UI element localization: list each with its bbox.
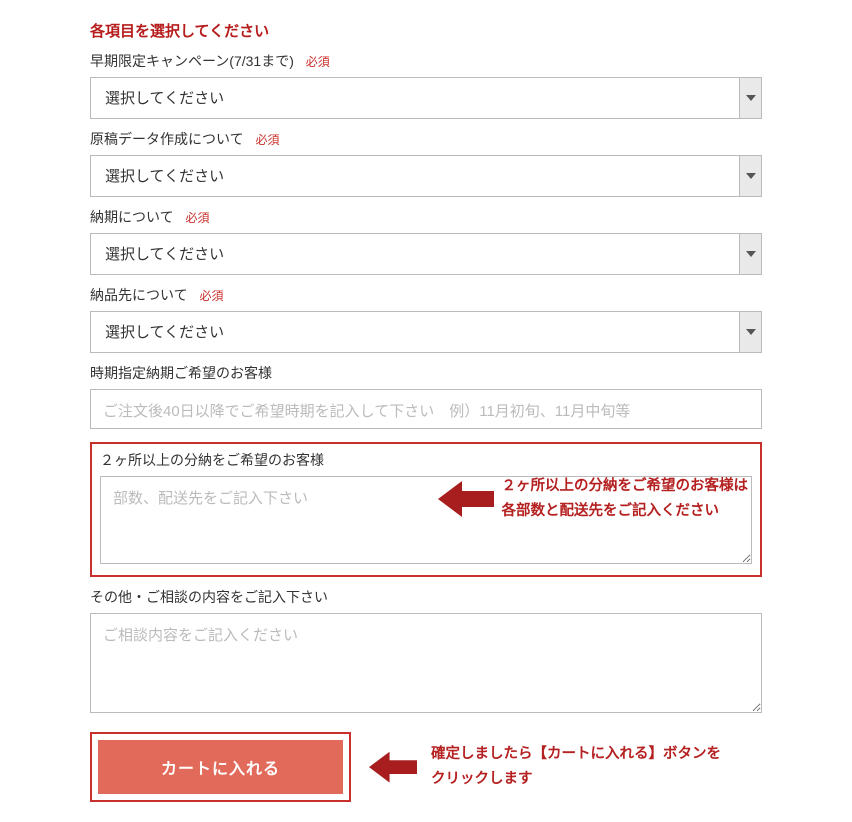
input-other[interactable]: [90, 613, 762, 713]
required-badge: 必須: [199, 289, 223, 303]
select-delivery-time[interactable]: 選択してください: [90, 233, 762, 275]
label-delivery-dest-text: 納品先について: [90, 287, 188, 303]
page-title: 各項目を選択してください: [90, 20, 762, 41]
field-other: その他・ご相談の内容をご記入下さい: [90, 587, 762, 716]
field-campaign: 早期限定キャンペーン(7/31まで) 必須 選択してください: [90, 51, 762, 119]
field-specific-date: 時期指定納期ご希望のお客様: [90, 363, 762, 432]
field-delivery-dest: 納品先について 必須 選択してください: [90, 285, 762, 353]
arrow-left-icon: [369, 749, 417, 785]
label-manuscript: 原稿データ作成について 必須: [90, 129, 762, 149]
highlight-submit: カートに入れる: [90, 732, 351, 802]
input-split-delivery[interactable]: [100, 476, 752, 564]
annotation-line2: クリックします: [431, 767, 721, 792]
submit-row: カートに入れる 確定しましたら【カートに入れる】ボタンを クリックします: [90, 732, 762, 802]
required-badge: 必須: [255, 133, 279, 147]
field-manuscript: 原稿データ作成について 必須 選択してください: [90, 129, 762, 197]
annotation-text: 確定しましたら【カートに入れる】ボタンを クリックします: [431, 742, 721, 791]
select-manuscript[interactable]: 選択してください: [90, 155, 762, 197]
label-delivery-dest: 納品先について 必須: [90, 285, 762, 305]
highlight-split-delivery: ２ヶ所以上の分納をご希望のお客様 ２ヶ所以上の分納をご希望のお客様は 各部数と配…: [90, 442, 762, 577]
label-delivery-time: 納期について 必須: [90, 207, 762, 227]
required-badge: 必須: [306, 55, 330, 69]
required-badge: 必須: [185, 211, 209, 225]
add-to-cart-button[interactable]: カートに入れる: [98, 740, 343, 794]
label-split-delivery: ２ヶ所以上の分納をご希望のお客様: [100, 450, 752, 470]
label-campaign-text: 早期限定キャンペーン(7/31まで): [90, 53, 294, 69]
label-campaign: 早期限定キャンペーン(7/31まで) 必須: [90, 51, 762, 71]
label-other: その他・ご相談の内容をご記入下さい: [90, 587, 762, 607]
select-delivery-dest[interactable]: 選択してください: [90, 311, 762, 353]
field-delivery-time: 納期について 必須 選択してください: [90, 207, 762, 275]
annotation-submit: 確定しましたら【カートに入れる】ボタンを クリックします: [369, 742, 721, 791]
label-delivery-time-text: 納期について: [90, 209, 174, 225]
input-specific-date[interactable]: [90, 389, 762, 429]
select-campaign[interactable]: 選択してください: [90, 77, 762, 119]
label-specific-date: 時期指定納期ご希望のお客様: [90, 363, 762, 383]
label-manuscript-text: 原稿データ作成について: [90, 131, 244, 147]
annotation-line1: 確定しましたら【カートに入れる】ボタンを: [431, 742, 721, 767]
